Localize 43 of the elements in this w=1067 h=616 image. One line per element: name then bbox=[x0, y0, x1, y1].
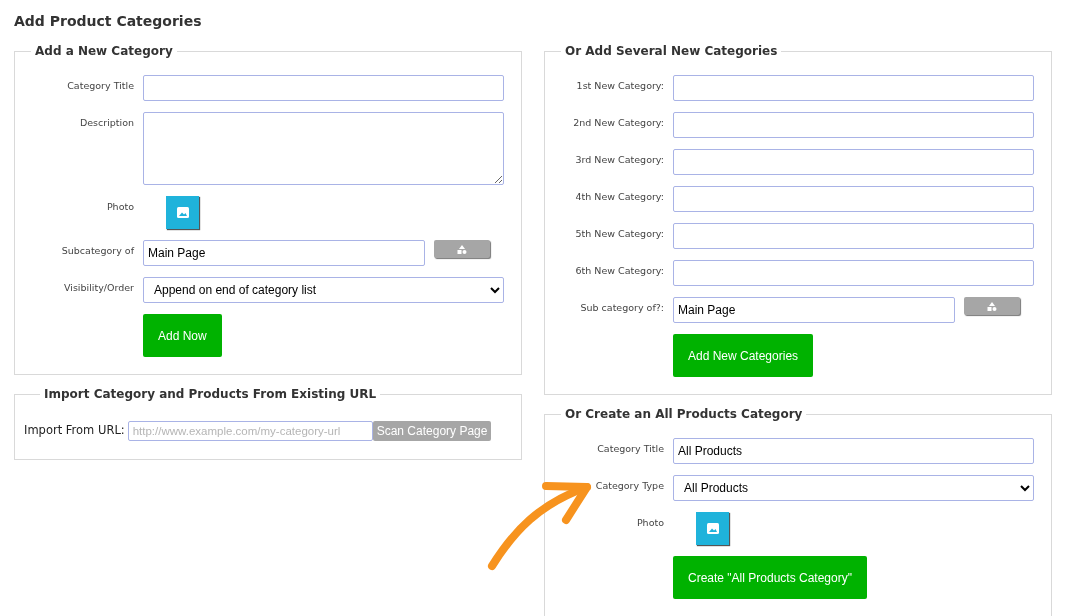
field-label: Sub category of?: bbox=[579, 301, 664, 315]
tree-icon bbox=[457, 244, 467, 254]
field-label: 2nd New Category: bbox=[572, 116, 664, 130]
text-field[interactable] bbox=[673, 186, 1034, 212]
field-label: 3rd New Category: bbox=[574, 153, 664, 167]
field-label: 4th New Category: bbox=[574, 190, 664, 204]
photo-button[interactable] bbox=[166, 196, 199, 229]
text-field[interactable]: All Products bbox=[673, 438, 1034, 464]
photo-button[interactable] bbox=[696, 512, 729, 545]
image-icon bbox=[176, 207, 189, 218]
field-label: Photo bbox=[105, 200, 134, 214]
field-label: Import From URL: bbox=[24, 422, 125, 440]
panel-title: Or Create an All Products Category bbox=[564, 406, 804, 422]
text-field[interactable] bbox=[143, 75, 504, 101]
tree-icon bbox=[987, 301, 997, 311]
text-field[interactable] bbox=[673, 112, 1034, 138]
text-field[interactable] bbox=[673, 223, 1034, 249]
dropdown[interactable]: Append on end of category list bbox=[143, 277, 504, 303]
url-field[interactable]: http://www.example.com/my-category-url bbox=[127, 421, 373, 441]
field-label: Subcategory of bbox=[60, 244, 134, 258]
field-label: Photo bbox=[635, 516, 664, 530]
description-field[interactable] bbox=[143, 112, 504, 185]
text-field[interactable] bbox=[673, 260, 1034, 286]
text-field[interactable] bbox=[673, 75, 1034, 101]
field-label: 1st New Category: bbox=[575, 79, 664, 93]
field-label: 6th New Category: bbox=[574, 264, 664, 278]
tree-picker-button[interactable] bbox=[964, 297, 1020, 315]
text-field[interactable]: Main Page bbox=[673, 297, 955, 323]
field-label: 5th New Category: bbox=[574, 227, 664, 241]
field-label: Description bbox=[78, 116, 134, 130]
dropdown[interactable]: All Products bbox=[673, 475, 1034, 501]
field-label: Visibility/Order bbox=[63, 281, 134, 295]
image-icon bbox=[706, 523, 719, 534]
panel-title: Add a New Category bbox=[34, 43, 174, 59]
field-label: Category Title bbox=[596, 442, 664, 456]
tree-picker-button[interactable] bbox=[434, 240, 490, 258]
panel-title: Or Add Several New Categories bbox=[564, 43, 779, 59]
page-title: Add Product Categories bbox=[14, 12, 203, 31]
field-label: Category Title bbox=[66, 79, 134, 93]
field-label: Category Type bbox=[594, 479, 664, 493]
panel-title: Import Category and Products From Existing URL bbox=[43, 386, 378, 402]
text-field[interactable] bbox=[673, 149, 1034, 175]
text-field[interactable]: Main Page bbox=[143, 240, 425, 266]
